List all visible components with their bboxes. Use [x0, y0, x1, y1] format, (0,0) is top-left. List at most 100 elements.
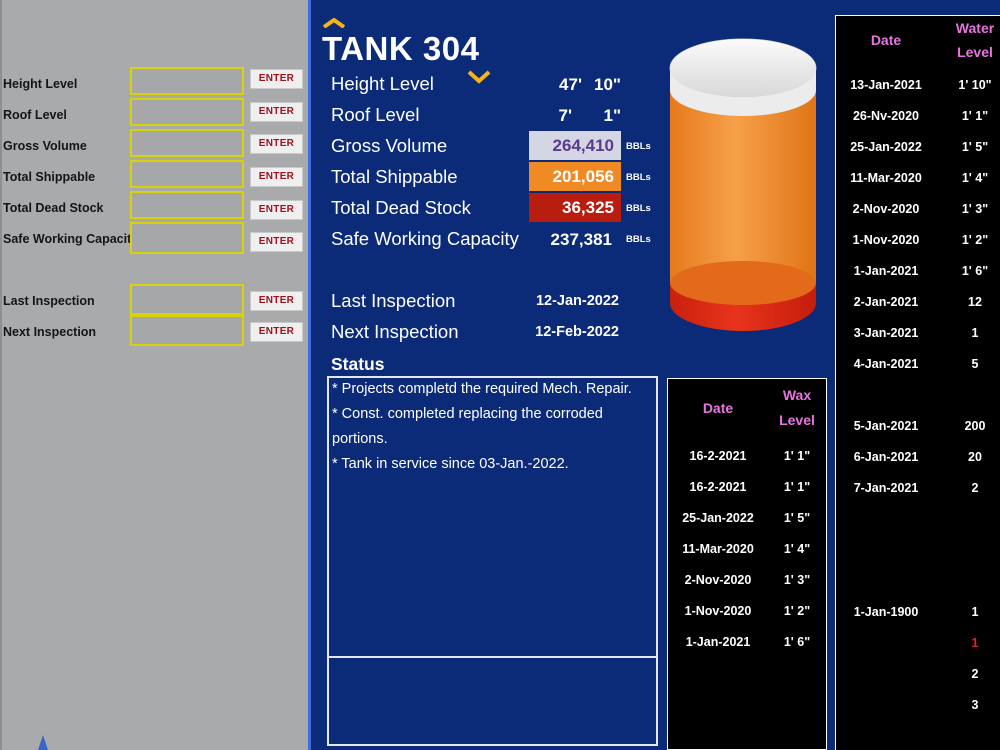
total-shippable-label: Total Shippable: [3, 170, 96, 184]
wax-level-header-top: Wax: [782, 387, 812, 403]
last-inspection-enter-button[interactable]: ENTER: [250, 291, 303, 311]
gross-volume-input[interactable]: [130, 129, 244, 157]
water-row-date: 11-Mar-2020: [850, 171, 922, 185]
gross-volume-unit: BBLs: [626, 141, 651, 152]
status-line: * Projects completd the required Mech. R…: [332, 381, 632, 397]
wax-row-date: 2-Nov-2020: [684, 573, 752, 587]
water-row-date: 1-Nov-2020: [852, 233, 920, 247]
total-dead-stock-unit: BBLs: [626, 203, 651, 214]
height-level-enter-button[interactable]: ENTER: [250, 69, 303, 89]
water-row-date: 2-Nov-2020: [852, 202, 920, 216]
safe-working-capacity-label: Safe Working Capacity: [3, 232, 139, 246]
water-row-date: 5-Jan-2021: [853, 419, 919, 433]
total-dead-stock-enter-button[interactable]: ENTER: [250, 200, 303, 220]
gross-volume-value: 264,410: [529, 131, 621, 160]
height-level-input[interactable]: [130, 67, 244, 95]
water-row-level: 2: [971, 481, 979, 495]
water-row-date: 4-Jan-2021: [853, 357, 919, 371]
water-row-level: 20: [968, 450, 982, 464]
wax-row-date: 1-Nov-2020: [684, 604, 752, 618]
safe-working-capacity-value: 237,381: [550, 230, 612, 249]
water-row-level: 1' 2": [961, 233, 989, 247]
roof-level-enter-button[interactable]: ENTER: [250, 102, 303, 122]
status-line: portions.: [332, 431, 388, 447]
water-row-date: 25-Jan-2022: [850, 140, 922, 154]
next-inspection-display-label: Next Inspection: [331, 321, 459, 342]
water-level-header-top: Water: [955, 20, 995, 36]
chevron-down-icon: [467, 70, 491, 84]
wax-row-level: 1' 2": [783, 604, 811, 618]
tank-title: TANK 304: [322, 30, 480, 67]
panel-border: [0, 0, 2, 750]
water-row-level: 1' 5": [961, 140, 989, 154]
wax-level-header-bottom: Level: [779, 412, 815, 428]
water-row-level: 1' 1": [961, 109, 989, 123]
roof-level-feet: 7': [558, 106, 573, 125]
water-row-level: 200: [964, 419, 986, 433]
roof-level-inches: 1": [603, 106, 621, 125]
total-dead-stock-value: 36,325: [529, 193, 621, 222]
wax-row-level: 1' 4": [783, 542, 811, 556]
water-row-date: 3-Jan-2021: [853, 326, 919, 340]
next-inspection-label: Next Inspection: [3, 325, 97, 339]
wax-row-level: 1' 5": [783, 511, 811, 525]
last-inspection-value: 12-Jan-2022: [535, 293, 619, 309]
next-inspection-enter-button[interactable]: ENTER: [250, 322, 303, 342]
water-row-level: 1: [971, 605, 979, 619]
water-row-date: 7-Jan-2021: [853, 481, 919, 495]
wax-row-level: 1' 3": [783, 573, 811, 587]
tank-cylinder-graphic: [669, 38, 817, 331]
next-inspection-value: 12-Feb-2022: [535, 324, 619, 340]
height-level-inches: 10": [594, 75, 621, 94]
wax-row-date: 1-Jan-2021: [685, 635, 751, 649]
water-extra-level-highlighted: 1: [971, 636, 979, 650]
last-inspection-input[interactable]: [130, 284, 244, 315]
wax-row-level: 1' 1": [783, 480, 811, 494]
input-panel: Height Level ENTER Roof Level ENTER Gros…: [0, 0, 308, 750]
roof-level-display-label: Roof Level: [331, 104, 420, 125]
water-row-date: 26-Nv-2020: [852, 109, 919, 123]
water-row-date: 2-Jan-2021: [853, 295, 919, 309]
water-extra-level: 3: [971, 698, 979, 712]
status-line: * Const. completed replacing the corrode…: [332, 406, 603, 422]
total-shippable-display-label: Total Shippable: [331, 166, 458, 187]
height-level-display-label: Height Level: [331, 73, 434, 94]
total-dead-stock-input[interactable]: [130, 191, 244, 219]
total-shippable-unit: BBLs: [626, 172, 651, 183]
safe-working-capacity-unit: BBLs: [626, 234, 651, 245]
total-shippable-enter-button[interactable]: ENTER: [250, 167, 303, 187]
safe-working-capacity-display-label: Safe Working Capacity: [331, 228, 519, 249]
wax-row-level: 1' 1": [783, 449, 811, 463]
water-level-table: Date Water Level 13-Jan-2021 1' 10" 26-N…: [835, 15, 1000, 750]
status-line: * Tank in service since 03-Jan.-2022.: [332, 456, 569, 472]
gross-volume-label: Gross Volume: [3, 139, 87, 153]
wax-date-header: Date: [702, 400, 734, 416]
last-inspection-display-label: Last Inspection: [331, 290, 456, 311]
chevron-up-icon: [322, 18, 346, 28]
height-level-label: Height Level: [3, 77, 78, 91]
total-shippable-input[interactable]: [130, 160, 244, 188]
roof-level-input[interactable]: [130, 98, 244, 126]
gross-volume-display-label: Gross Volume: [331, 135, 448, 156]
wax-row-date: 16-2-2021: [689, 480, 747, 494]
status-heading: Status: [331, 354, 385, 374]
next-inspection-input[interactable]: [130, 315, 244, 346]
wax-row-date: 25-Jan-2022: [682, 511, 754, 525]
safe-working-capacity-input[interactable]: [130, 222, 244, 254]
total-shippable-value: 201,056: [529, 162, 621, 191]
wax-row-date: 11-Mar-2020: [682, 542, 754, 556]
wax-row-level: 1' 6": [783, 635, 811, 649]
roof-level-label: Roof Level: [3, 108, 67, 122]
scroll-arrow-icon: [38, 735, 48, 750]
safe-working-capacity-enter-button[interactable]: ENTER: [250, 232, 303, 252]
water-row-date: 13-Jan-2021: [850, 78, 922, 92]
water-row-level: 1' 6": [961, 264, 989, 278]
water-row-date: 1-Jan-2021: [853, 264, 919, 278]
water-row-level: 5: [971, 357, 979, 371]
water-level-header-bottom: Level: [957, 44, 993, 60]
status-divider: [329, 656, 656, 658]
water-row-level: 1: [971, 326, 979, 340]
water-row-date: 6-Jan-2021: [853, 450, 919, 464]
status-box: * Projects completd the required Mech. R…: [327, 376, 658, 746]
gross-volume-enter-button[interactable]: ENTER: [250, 134, 303, 154]
